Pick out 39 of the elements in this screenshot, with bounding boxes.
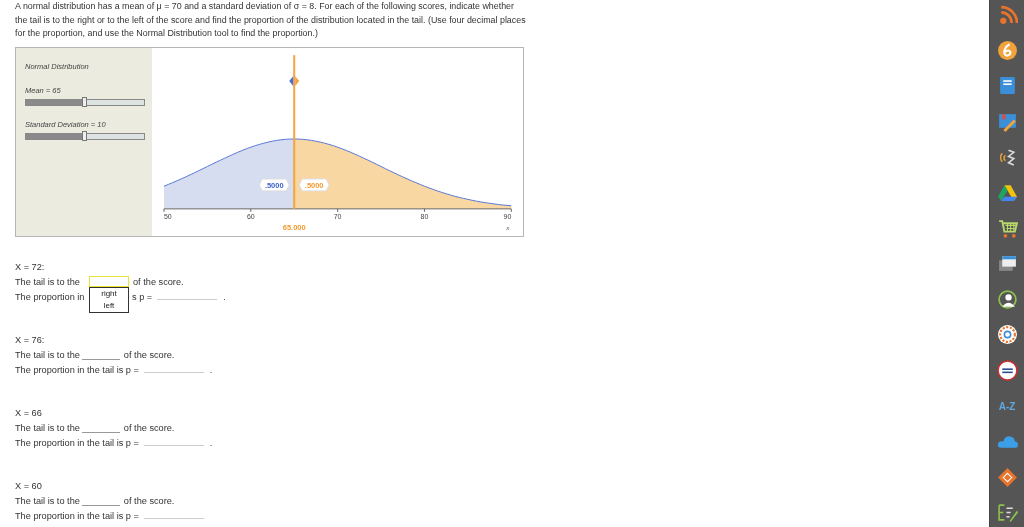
- prompt-text: The proportion in the tail is p =: [15, 437, 139, 448]
- period-text: .: [209, 437, 213, 448]
- prompt-text: The tail is to the: [15, 495, 80, 506]
- diamond-icon[interactable]: [996, 466, 1018, 488]
- seal-icon[interactable]: [996, 359, 1018, 381]
- prompt-text: The proportion in the tail is p =: [15, 510, 139, 521]
- prompt-text: The tail is to the: [15, 349, 80, 360]
- score-label: X = 72:: [15, 260, 46, 272]
- period-text: .: [223, 291, 226, 302]
- cart-icon[interactable]: [996, 217, 1018, 239]
- slider-thumb[interactable]: [82, 96, 87, 107]
- slider-track[interactable]: [25, 98, 145, 106]
- score-label: X = 66: [15, 406, 43, 418]
- drag-handle-icon: [288, 75, 299, 86]
- dropdown-option[interactable]: left: [90, 299, 128, 312]
- prompt-text: s p =: [132, 291, 153, 302]
- prompt-text: The proportion in: [15, 291, 85, 302]
- period-text: .: [209, 364, 213, 375]
- dropdown-option[interactable]: right: [90, 287, 128, 300]
- slider-thumb[interactable]: [82, 130, 87, 141]
- answer-field[interactable]: [143, 516, 204, 519]
- ring-icon[interactable]: [996, 324, 1018, 346]
- question-text: A normal distribution has a mean of μ = 70 and a standard deviation of σ = 8. For each of the following scores, indicate whether the tail is to the right or to the left of the score and find the proportion of the distribution located in the tail. (Use four decimal places for the proportion, and use the Normal Distribution tool to find the proportion.): [15, 0, 527, 40]
- answer-field[interactable]: [143, 370, 204, 373]
- prompt-text: of the score.: [123, 349, 175, 360]
- text-edit-icon[interactable]: [996, 502, 1018, 524]
- person-icon[interactable]: [996, 288, 1018, 310]
- prompt-text: The proportion in the tail is p =: [15, 364, 139, 375]
- prompt-text: The tail is to the: [15, 276, 81, 287]
- answer-field[interactable]: [157, 297, 218, 300]
- prompt-text: The tail is to the: [15, 422, 80, 433]
- circle-icon[interactable]: [996, 39, 1018, 61]
- answer-field[interactable]: [143, 443, 204, 446]
- prompt-text: of the score.: [123, 495, 175, 506]
- score-label: X = 76:: [15, 333, 46, 345]
- prompt-text: of the score.: [133, 276, 184, 287]
- slider-track[interactable]: [25, 132, 145, 140]
- prompt-text: of the score.: [123, 422, 175, 433]
- score-label: X = 60: [15, 479, 43, 491]
